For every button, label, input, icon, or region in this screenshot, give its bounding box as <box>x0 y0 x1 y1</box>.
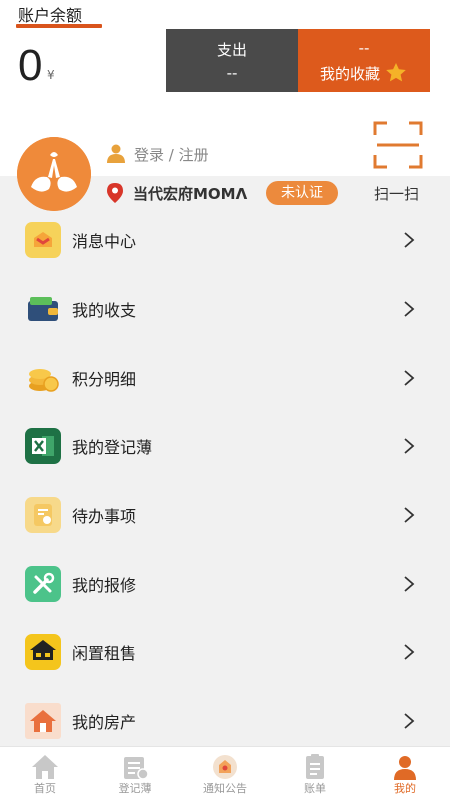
favorites-card[interactable]: -- 我的收藏 <box>298 29 430 92</box>
menu-item-label: 待办事项 <box>72 507 137 527</box>
location-pin-icon <box>107 183 123 203</box>
tab-home[interactable]: 首页 <box>0 747 90 800</box>
menu-item-label: 积分明细 <box>72 369 137 389</box>
menu-item-label: 我的收支 <box>72 301 137 321</box>
profile-icon <box>394 756 416 780</box>
chevron-right-icon <box>404 713 415 729</box>
coins-icon <box>25 360 61 396</box>
chevron-right-icon <box>404 232 415 249</box>
balance-value: 0 <box>18 41 43 90</box>
avatar[interactable] <box>17 137 91 211</box>
balance-title: 账户余额 <box>18 6 83 25</box>
chevron-right-icon <box>404 507 415 523</box>
chevron-right-icon <box>404 438 415 455</box>
message-center-icon <box>25 222 61 259</box>
menu-item-label: 我的登记薄 <box>72 438 153 458</box>
menu-item-label: 消息中心 <box>72 232 137 252</box>
tab-label: 账单 <box>304 782 326 795</box>
tab-register[interactable]: 登记薄 <box>90 747 180 800</box>
notice-icon <box>213 755 237 779</box>
bottom-tab-bar: 首页 登记薄 通知公告 账单 我的 <box>0 746 450 800</box>
community-name[interactable]: 当代宏府MOMΛ <box>133 183 247 204</box>
repair-tools-icon <box>25 565 61 602</box>
verification-badge[interactable]: 未认证 <box>266 181 338 205</box>
chevron-right-icon <box>404 301 415 317</box>
star-icon <box>386 63 406 82</box>
tab-label: 我的 <box>394 782 416 795</box>
menu-item-message-center[interactable]: 消息中心 <box>0 206 450 275</box>
favorites-label: 我的收藏 <box>319 64 380 83</box>
menu-item-todo[interactable]: 待办事项 <box>0 481 450 550</box>
chevron-right-icon <box>404 644 415 661</box>
wallet-icon <box>25 291 61 327</box>
currency-unit: ¥ <box>47 68 55 82</box>
tab-bill[interactable]: 账单 <box>270 747 360 800</box>
user-icon <box>107 144 125 163</box>
balance-title-underline <box>16 24 102 28</box>
expense-card[interactable]: 支出 -- <box>166 29 298 92</box>
scan-label[interactable]: 扫一扫 <box>374 183 419 204</box>
menu-item-label: 我的房产 <box>72 713 137 733</box>
expense-value: -- <box>226 64 238 82</box>
login-register-link[interactable]: 登录 / 注册 <box>134 144 209 165</box>
hands-heart-icon <box>17 137 91 211</box>
tab-label: 登记薄 <box>118 782 152 795</box>
excel-book-icon <box>25 428 61 465</box>
tab-label: 通知公告 <box>203 782 247 795</box>
idle-rent-icon <box>25 634 61 671</box>
home-icon <box>32 755 58 779</box>
menu-item-register-book[interactable]: 我的登记薄 <box>0 412 450 481</box>
menu-item-label: 我的报修 <box>72 575 137 595</box>
menu-item-points[interactable]: 积分明细 <box>0 343 450 412</box>
menu-item-repair[interactable]: 我的报修 <box>0 549 450 618</box>
scan-icon[interactable] <box>373 121 423 169</box>
tab-notice[interactable]: 通知公告 <box>180 747 270 800</box>
chevron-right-icon <box>404 370 415 386</box>
menu-item-idle-rent[interactable]: 闲置租售 <box>0 618 450 687</box>
menu-item-label: 闲置租售 <box>72 644 137 664</box>
menu-list: 消息中心 我的收支 积分明细 我的登记薄 待办事项 我的报修 闲置租售 我的房产 <box>0 206 450 756</box>
tab-label: 首页 <box>34 782 56 795</box>
bill-icon <box>306 754 324 779</box>
favorites-value: -- <box>358 39 370 57</box>
chevron-right-icon <box>404 576 415 592</box>
tab-profile[interactable]: 我的 <box>360 747 450 800</box>
register-icon <box>124 757 149 780</box>
menu-item-income-expense[interactable]: 我的收支 <box>0 275 450 344</box>
house-icon <box>25 703 61 740</box>
expense-label: 支出 <box>216 41 247 59</box>
todo-icon <box>25 497 61 534</box>
